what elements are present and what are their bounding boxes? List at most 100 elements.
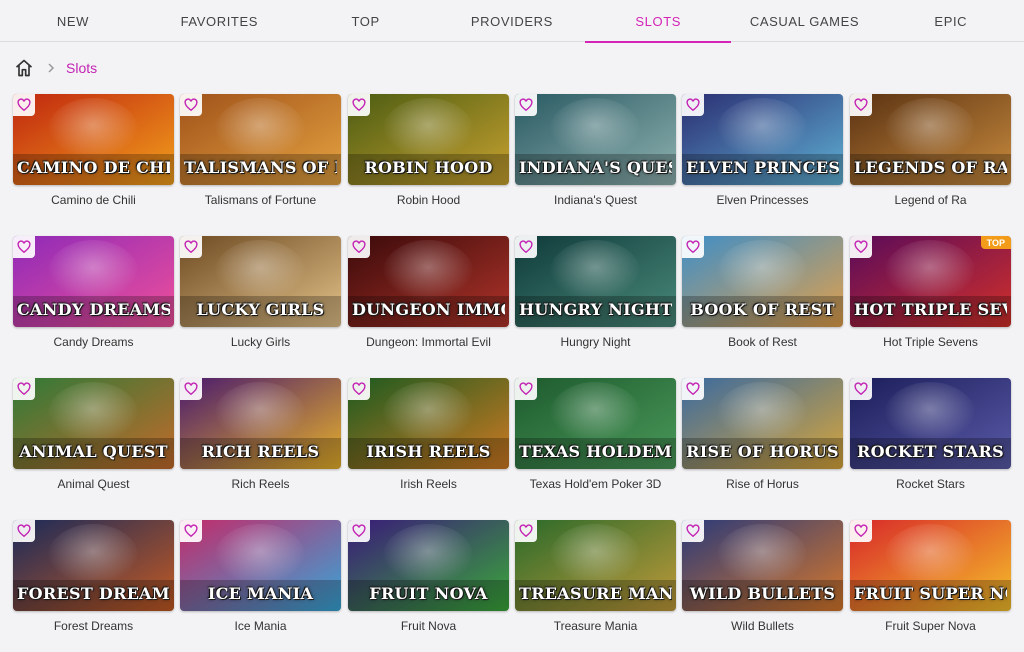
game-title: Talismans of Fortune (204, 193, 317, 207)
game-logo: ICE MANIA (207, 584, 314, 603)
game-card[interactable]: LUCKY GIRLS Lucky Girls (180, 236, 341, 349)
favorite-button[interactable] (13, 378, 35, 400)
game-thumbnail[interactable]: ICE MANIA (180, 520, 341, 611)
game-thumbnail[interactable]: ROCKET STARS (850, 378, 1011, 469)
game-thumbnail[interactable]: TALISMANS OF FORTUNE (180, 94, 341, 185)
favorite-button[interactable] (180, 236, 202, 258)
heart-outline-icon (352, 240, 366, 254)
game-title: Robin Hood (396, 193, 461, 207)
favorite-button[interactable] (682, 94, 704, 116)
favorite-button[interactable] (850, 520, 872, 542)
game-card[interactable]: WILD BULLETS Wild Bullets (682, 520, 843, 633)
favorite-button[interactable] (13, 94, 35, 116)
game-thumbnail[interactable]: HOT TRIPLE SEVENS TOP (850, 236, 1011, 327)
game-thumbnail[interactable]: FOREST DREAMS (13, 520, 174, 611)
game-thumbnail[interactable]: ROBIN HOOD (348, 94, 509, 185)
game-card[interactable]: FRUIT NOVA Fruit Nova (348, 520, 509, 633)
game-thumbnail[interactable]: TEXAS HOLDEM (515, 378, 676, 469)
game-card[interactable]: ANIMAL QUEST Animal Quest (13, 378, 174, 491)
game-card[interactable]: TALISMANS OF FORTUNE Talismans of Fortune (180, 94, 341, 207)
game-thumbnail[interactable]: DUNGEON IMMORTAL EVIL (348, 236, 509, 327)
game-card[interactable]: ROBIN HOOD Robin Hood (348, 94, 509, 207)
favorite-button[interactable] (850, 236, 872, 258)
game-title: Book of Rest (728, 335, 797, 349)
game-title: Wild Bullets (731, 619, 794, 633)
heart-outline-icon (352, 524, 366, 538)
favorite-button[interactable] (682, 520, 704, 542)
favorite-button[interactable] (682, 236, 704, 258)
game-thumbnail[interactable]: INDIANA'S QUEST (515, 94, 676, 185)
game-card[interactable]: IRISH REELS Irish Reels (348, 378, 509, 491)
game-card[interactable]: CANDY DREAMS Candy Dreams (13, 236, 174, 349)
game-thumbnail[interactable]: HUNGRY NIGHT (515, 236, 676, 327)
game-card[interactable]: BOOK OF REST Book of Rest (682, 236, 843, 349)
game-logo: CANDY DREAMS (17, 300, 170, 319)
game-logo: WILD BULLETS (689, 584, 836, 603)
game-logo: LEGENDS OF RA (854, 158, 1007, 177)
game-card[interactable]: LEGENDS OF RA Legend of Ra (850, 94, 1011, 207)
game-thumbnail[interactable]: IRISH REELS (348, 378, 509, 469)
favorite-button[interactable] (13, 236, 35, 258)
game-thumbnail[interactable]: ELVEN PRINCESSES (682, 94, 843, 185)
favorite-button[interactable] (515, 520, 537, 542)
game-card[interactable]: INDIANA'S QUEST Indiana's Quest (515, 94, 676, 207)
heart-outline-icon (519, 240, 533, 254)
heart-outline-icon (17, 382, 31, 396)
game-title: Fruit Super Nova (885, 619, 976, 633)
favorite-button[interactable] (13, 520, 35, 542)
game-thumbnail[interactable]: LEGENDS OF RA (850, 94, 1011, 185)
heart-outline-icon (686, 240, 700, 254)
game-thumbnail[interactable]: FRUIT NOVA (348, 520, 509, 611)
favorite-button[interactable] (682, 378, 704, 400)
game-card[interactable]: ROCKET STARS Rocket Stars (850, 378, 1011, 491)
game-card[interactable]: TREASURE MANIA Treasure Mania (515, 520, 676, 633)
game-card[interactable]: RICH REELS Rich Reels (180, 378, 341, 491)
game-logo: FOREST DREAMS (17, 584, 170, 603)
game-title: Rocket Stars (896, 477, 965, 491)
favorite-button[interactable] (348, 378, 370, 400)
game-thumbnail[interactable]: WILD BULLETS (682, 520, 843, 611)
favorite-button[interactable] (348, 520, 370, 542)
game-card[interactable]: DUNGEON IMMORTAL EVIL Dungeon: Immortal E… (348, 236, 509, 349)
game-card[interactable]: ICE MANIA Ice Mania (180, 520, 341, 633)
favorite-button[interactable] (180, 378, 202, 400)
favorite-button[interactable] (515, 236, 537, 258)
game-card[interactable]: FOREST DREAMS Forest Dreams (13, 520, 174, 633)
game-card[interactable]: HOT TRIPLE SEVENS TOP Hot Triple Sevens (850, 236, 1011, 349)
game-title: Rich Reels (231, 477, 290, 491)
heart-outline-icon (184, 524, 198, 538)
favorite-button[interactable] (348, 236, 370, 258)
favorite-button[interactable] (850, 378, 872, 400)
game-thumbnail[interactable]: CAMINO DE CHILI (13, 94, 174, 185)
game-title: Lucky Girls (230, 335, 291, 349)
heart-outline-icon (519, 382, 533, 396)
favorite-button[interactable] (515, 378, 537, 400)
favorite-button[interactable] (850, 94, 872, 116)
heart-outline-icon (17, 524, 31, 538)
game-card[interactable]: RISE OF HORUS Rise of Horus (682, 378, 843, 491)
game-thumbnail[interactable]: FRUIT SUPER NOVA (850, 520, 1011, 611)
game-thumbnail[interactable]: BOOK OF REST (682, 236, 843, 327)
game-thumbnail[interactable]: TREASURE MANIA (515, 520, 676, 611)
game-thumbnail[interactable]: RISE OF HORUS (682, 378, 843, 469)
game-card[interactable]: TEXAS HOLDEM Texas Hold'em Poker 3D (515, 378, 676, 491)
game-thumbnail[interactable]: ANIMAL QUEST (13, 378, 174, 469)
game-title: Fruit Nova (400, 619, 457, 633)
favorite-button[interactable] (180, 94, 202, 116)
game-card[interactable]: CAMINO DE CHILI Camino de Chili (13, 94, 174, 207)
game-card[interactable]: ELVEN PRINCESSES Elven Princesses (682, 94, 843, 207)
game-title: Forest Dreams (53, 619, 134, 633)
heart-outline-icon (17, 98, 31, 112)
favorite-button[interactable] (515, 94, 537, 116)
game-thumbnail[interactable]: RICH REELS (180, 378, 341, 469)
game-title: Hungry Night (560, 335, 631, 349)
game-logo: HOT TRIPLE SEVENS (854, 300, 1007, 319)
favorite-button[interactable] (348, 94, 370, 116)
game-thumbnail[interactable]: CANDY DREAMS (13, 236, 174, 327)
game-logo: ELVEN PRINCESSES (686, 158, 839, 177)
game-thumbnail[interactable]: LUCKY GIRLS (180, 236, 341, 327)
game-logo: FRUIT SUPER NOVA (854, 584, 1007, 603)
game-card[interactable]: HUNGRY NIGHT Hungry Night (515, 236, 676, 349)
favorite-button[interactable] (180, 520, 202, 542)
game-card[interactable]: FRUIT SUPER NOVA Fruit Super Nova (850, 520, 1011, 633)
